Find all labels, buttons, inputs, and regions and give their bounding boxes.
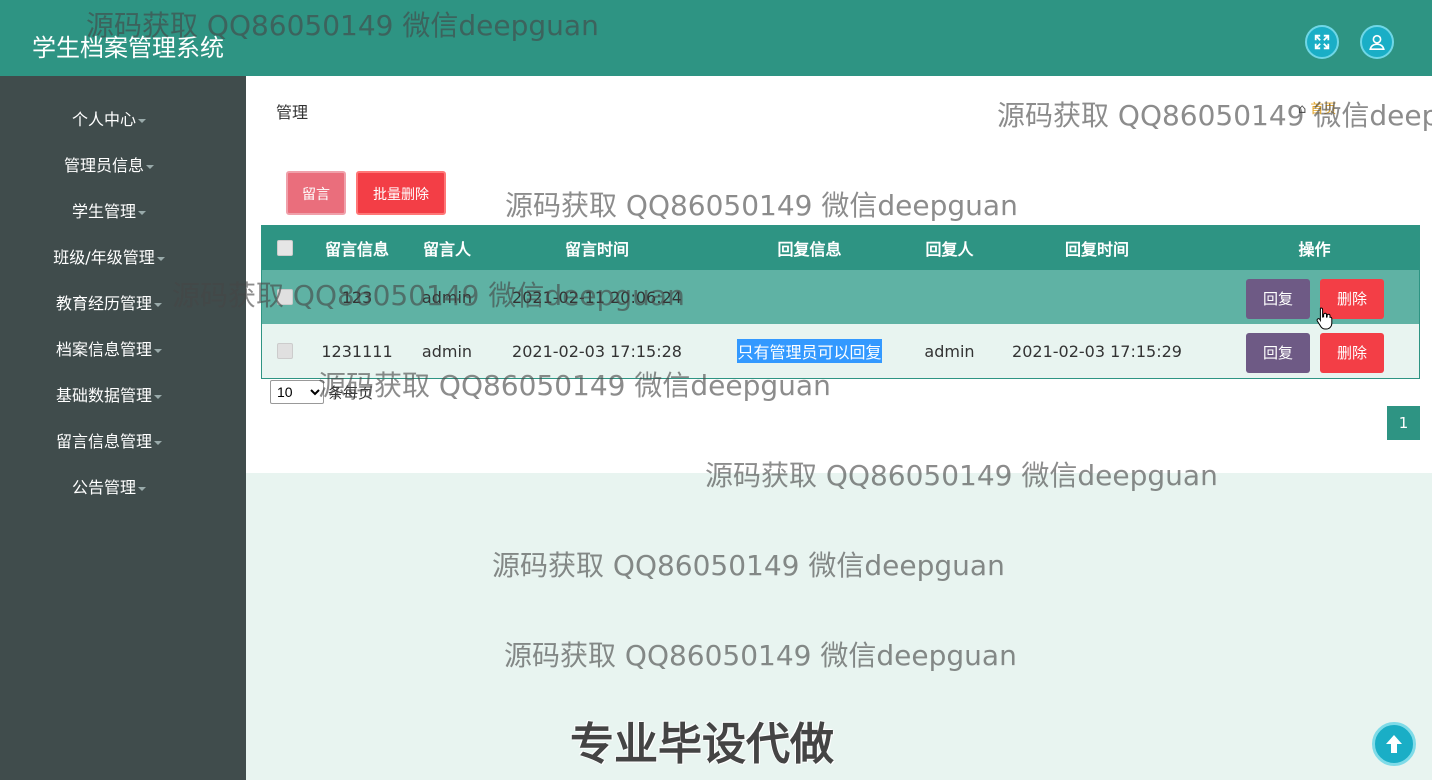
caret-down-icon — [154, 348, 162, 353]
cell-reply: 只有管理员可以回复 — [737, 324, 882, 378]
row-checkbox[interactable] — [276, 270, 294, 324]
sidebar-item-label: 基础数据管理 — [55, 386, 152, 405]
page-size-select[interactable]: 10 — [270, 380, 324, 404]
sidebar-item-label: 个人中心 — [71, 110, 136, 129]
cell-message: 123 — [341, 287, 373, 307]
page-number-button[interactable]: 1 — [1387, 406, 1420, 440]
sidebar-item-archives[interactable]: 档案信息管理 — [0, 330, 218, 370]
page-title: 管理 — [276, 103, 309, 122]
sidebar-item-label: 班级/年级管理 — [53, 248, 155, 267]
watermark-text: 源码获取 QQ86050149 微信deepguan — [504, 639, 1017, 672]
cell-message: 1231111 — [321, 341, 393, 361]
promo-text: 专业毕设代做 — [570, 719, 834, 770]
sidebar-item-label: 留言信息管理 — [55, 432, 152, 451]
table-header: 留言信息 留言人 留言时间 回复信息 回复人 回复时间 操作 — [262, 226, 1419, 270]
col-header: 留言时间 — [564, 240, 629, 259]
home-icon: ⌂ — [1298, 102, 1307, 117]
cell-replier: admin — [924, 341, 975, 361]
col-header: 操作 — [1298, 240, 1331, 259]
col-header: 留言信息 — [324, 240, 389, 259]
sidebar-item-notices[interactable]: 公告管理 — [0, 468, 218, 508]
user-button[interactable] — [1360, 25, 1394, 59]
sidebar-item-class-grade[interactable]: 班级/年级管理 — [0, 238, 218, 278]
table-row[interactable]: 123 admin 2021-02-11 20:06:24 回复 删除 — [262, 270, 1419, 324]
reply-button[interactable]: 回复 — [1246, 279, 1310, 319]
delete-button[interactable]: 删除 — [1320, 333, 1384, 373]
sidebar-item-personal-center[interactable]: 个人中心 — [0, 100, 218, 140]
sidebar-item-base-data[interactable]: 基础数据管理 — [0, 376, 218, 416]
cell-reply-text: 只有管理员可以回复 — [737, 339, 882, 363]
caret-down-icon — [156, 256, 165, 261]
cell-reply-time: 2021-02-03 17:15:29 — [1012, 341, 1182, 361]
caret-down-icon — [138, 118, 146, 123]
user-icon — [1369, 34, 1385, 51]
fullscreen-icon — [1314, 34, 1330, 50]
sidebar-item-messages[interactable]: 留言信息管理 — [0, 422, 218, 462]
col-header: 回复时间 — [1064, 240, 1129, 259]
caret-down-icon — [138, 486, 146, 491]
caret-down-icon — [146, 164, 154, 169]
cell-author: admin — [421, 341, 473, 361]
top-bar: 学生档案管理系统 — [0, 0, 1432, 76]
arrow-up-icon — [1386, 735, 1402, 753]
app-title: 学生档案管理系统 — [32, 34, 224, 62]
sidebar-item-label: 管理员信息 — [63, 156, 144, 175]
table-row[interactable]: 1231111 admin 2021-02-03 17:15:28 只有管理员可… — [262, 324, 1419, 378]
row-checkbox[interactable] — [276, 324, 294, 378]
col-header: 留言人 — [422, 240, 471, 259]
caret-down-icon — [154, 394, 162, 399]
cell-reply-time — [1007, 270, 1187, 324]
caret-down-icon — [154, 440, 162, 445]
reply-button[interactable]: 回复 — [1246, 333, 1310, 373]
sidebar-item-label: 公告管理 — [71, 478, 136, 497]
breadcrumb: ⌂ 首页 — [1298, 98, 1336, 117]
select-all-checkbox[interactable] — [276, 226, 294, 270]
cell-time: 2021-02-03 17:15:28 — [512, 341, 682, 361]
hand-cursor-icon — [1316, 307, 1333, 330]
cell-time: 2021-02-11 20:06:24 — [512, 287, 682, 307]
sidebar-item-label: 档案信息管理 — [55, 340, 152, 359]
back-to-top-button[interactable] — [1372, 722, 1416, 766]
page-size-label: 条每页 — [328, 384, 374, 402]
sidebar-item-education[interactable]: 教育经历管理 — [0, 284, 218, 324]
fullscreen-button[interactable] — [1305, 25, 1339, 59]
caret-down-icon — [138, 210, 146, 215]
breadcrumb-home-link[interactable]: 首页 — [1310, 102, 1336, 117]
col-header: 回复人 — [925, 240, 974, 259]
messages-table: 留言信息 留言人 留言时间 回复信息 回复人 回复时间 操作 123 admin… — [261, 225, 1420, 379]
col-header: 回复信息 — [777, 240, 842, 259]
caret-down-icon — [154, 302, 162, 307]
sidebar-item-label: 学生管理 — [71, 202, 136, 221]
cell-author: admin — [421, 287, 473, 307]
sidebar: 个人中心 管理员信息 学生管理 班级/年级管理 教育经历管理 档案信息管理 基础… — [0, 76, 246, 780]
message-button[interactable]: 留言 — [286, 171, 346, 215]
sidebar-item-admin-info[interactable]: 管理员信息 — [0, 146, 218, 186]
cell-replier — [907, 270, 992, 324]
cell-reply — [737, 270, 882, 324]
batch-delete-button[interactable]: 批量删除 — [356, 171, 446, 215]
sidebar-item-students[interactable]: 学生管理 — [0, 192, 218, 232]
main-panel: 管理 ⌂ 首页 留言 批量删除 留言信息 留言人 留言时间 回复信息 回复人 回… — [246, 76, 1432, 473]
sidebar-item-label: 教育经历管理 — [55, 294, 152, 313]
watermark-text: 源码获取 QQ86050149 微信deepguan — [492, 549, 1005, 582]
